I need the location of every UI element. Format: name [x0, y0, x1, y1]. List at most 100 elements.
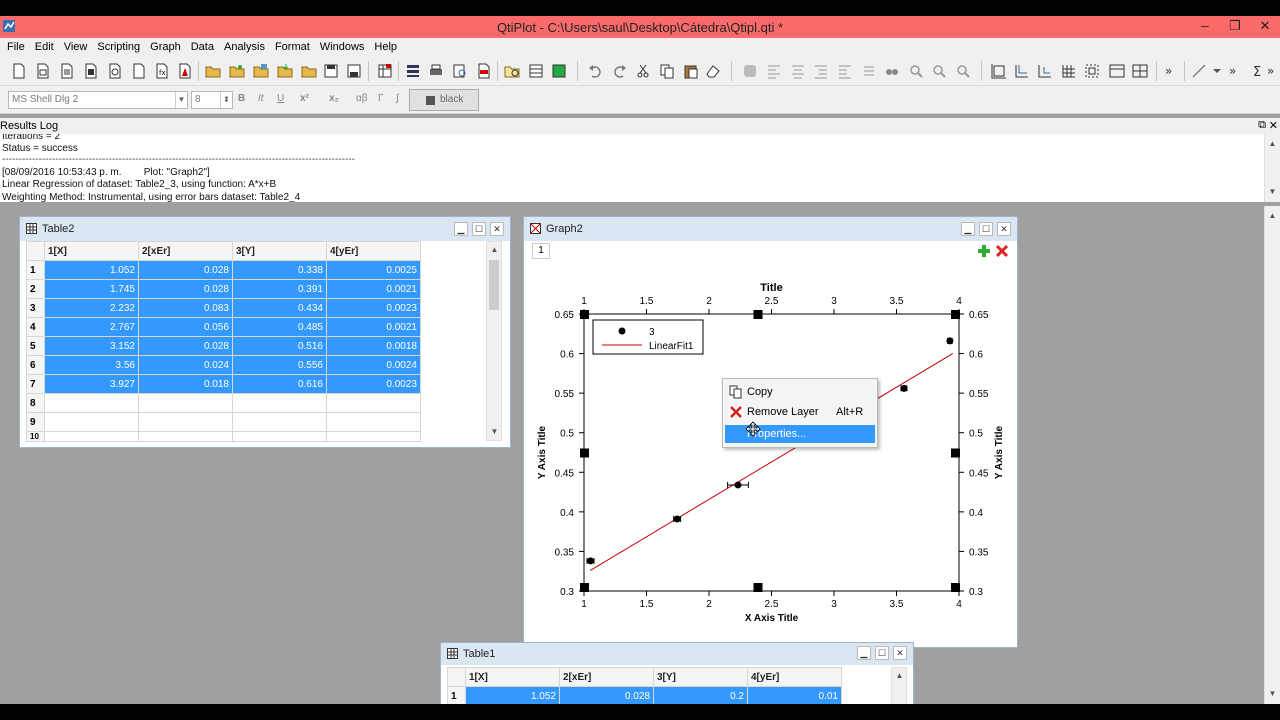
table-cell[interactable]: 0.485 [232, 317, 327, 337]
menu-data[interactable]: Data [186, 41, 219, 53]
menu-analysis[interactable]: Analysis [219, 41, 270, 53]
row-header[interactable]: 8 [26, 393, 45, 413]
table-cell[interactable]: 0.024 [138, 355, 233, 375]
column-header[interactable]: 4[yEr] [326, 241, 421, 261]
more-tools-icon[interactable]: » [1162, 62, 1180, 80]
table2-window[interactable]: Table2 ▁ ☐ ✕ 1[X] 2[xEr] 3[Y] 4[yEr] 1 1.… [19, 216, 511, 448]
table-cell[interactable] [326, 393, 421, 413]
minimize-button[interactable]: ▁ [961, 222, 975, 236]
more-tools-3-icon[interactable]: » [1264, 62, 1280, 80]
row-header[interactable]: 6 [26, 355, 45, 375]
table-cell[interactable] [326, 431, 421, 442]
new-matrix-icon[interactable] [82, 62, 100, 80]
table-cell[interactable]: 0.434 [232, 298, 327, 318]
italic-button[interactable]: It [258, 93, 264, 104]
import-ascii-icon[interactable] [276, 62, 294, 80]
menu-format[interactable]: Format [270, 41, 315, 53]
row-header[interactable]: 4 [26, 317, 45, 337]
table-cell[interactable]: 0.028 [138, 279, 233, 299]
list-icon[interactable] [859, 62, 877, 80]
menu-file[interactable]: File [2, 41, 30, 53]
gamma-button[interactable]: Γ [378, 93, 384, 104]
corner-cell[interactable] [447, 667, 466, 687]
close-icon[interactable]: ✕ [1269, 119, 1278, 132]
table-cell[interactable] [44, 412, 139, 432]
minimize-button[interactable]: – [1190, 16, 1220, 38]
table1-window[interactable]: Table1 ▁ ☐ ✕ 1[X] 2[xEr] 3[Y] 4[yEr] 1 1.… [440, 642, 914, 704]
open-template-icon[interactable] [228, 62, 246, 80]
table1-grid[interactable]: 1[X] 2[xEr] 3[Y] 4[yEr] 1 1.052 0.028 0.2 0.… [447, 667, 842, 704]
save-as-icon[interactable] [345, 62, 363, 80]
axes-icon[interactable] [1036, 62, 1054, 80]
column-header[interactable]: 3[Y] [653, 667, 748, 687]
table1-titlebar[interactable]: Table1 ▁ ☐ ✕ [441, 643, 913, 665]
grid-icon[interactable] [1060, 62, 1078, 80]
table-cell[interactable]: 1.745 [44, 279, 139, 299]
column-header[interactable]: 3[Y] [232, 241, 327, 261]
open-recent-icon[interactable] [300, 62, 318, 80]
column-header[interactable]: 2[xEr] [559, 667, 654, 687]
row-header[interactable]: 2 [26, 279, 45, 299]
redo-icon[interactable] [610, 62, 628, 80]
print-icon[interactable] [427, 62, 445, 80]
table-cell[interactable] [232, 393, 327, 413]
scroll-thumb[interactable] [489, 260, 499, 310]
new-3d-plot-icon[interactable] [176, 62, 194, 80]
font-family-combo[interactable]: MS Shell Dlg 2 ▼ [8, 91, 188, 109]
menu-graph[interactable]: Graph [145, 41, 186, 53]
add-layer-icon[interactable] [990, 62, 1008, 80]
new-table-icon[interactable] [58, 62, 76, 80]
column-header[interactable]: 1[X] [44, 241, 139, 261]
integral-button[interactable]: ∫ [396, 93, 399, 104]
subscript-button[interactable]: x₂ [329, 93, 339, 104]
table-cell[interactable]: 0.2 [653, 686, 748, 704]
results-log-panel[interactable]: Iterations = 2 Status = success --------… [0, 134, 1280, 202]
play-icon[interactable] [741, 62, 759, 80]
table2-grid[interactable]: 1[X] 2[xEr] 3[Y] 4[yEr] 1 1.052 0.028 0.338… [26, 241, 421, 442]
arrange-layers-icon[interactable] [1013, 62, 1031, 80]
zoom-in-icon[interactable] [907, 62, 925, 80]
font-size-spinbox[interactable]: 8 ⬍ [191, 91, 233, 109]
console-icon[interactable] [550, 62, 568, 80]
row-header[interactable]: 9 [26, 412, 45, 432]
copy-icon[interactable] [658, 62, 676, 80]
undo-icon[interactable] [587, 62, 605, 80]
layout-icon[interactable] [1108, 62, 1126, 80]
new-graph-icon[interactable] [130, 62, 148, 80]
clear-icon[interactable] [704, 62, 722, 80]
text-color-button[interactable]: black [409, 89, 479, 111]
align-center-icon[interactable] [789, 62, 807, 80]
cut-icon[interactable] [634, 62, 652, 80]
table-cell[interactable] [232, 431, 327, 442]
align-left-icon[interactable] [765, 62, 783, 80]
scroll-up-icon[interactable]: ▲ [1265, 208, 1280, 224]
table-cell[interactable] [44, 393, 139, 413]
table-cell[interactable] [138, 412, 233, 432]
close-button[interactable]: ✕ [997, 222, 1011, 236]
open-project-icon[interactable] [204, 62, 222, 80]
find-icon[interactable] [883, 62, 901, 80]
column-header[interactable]: 4[yEr] [747, 667, 842, 687]
save-icon[interactable] [322, 62, 340, 80]
line-tool-icon[interactable] [1190, 62, 1208, 80]
table-cell[interactable]: 0.083 [138, 298, 233, 318]
column-header[interactable]: 1[X] [465, 667, 560, 687]
new-folder-icon[interactable] [34, 62, 52, 80]
underline-button[interactable]: U [277, 93, 284, 104]
table-view-icon[interactable] [527, 62, 545, 80]
table2-titlebar[interactable]: Table2 ▁ ☐ ✕ [20, 217, 510, 241]
restore-button[interactable]: ❐ [1220, 16, 1250, 38]
scroll-up-icon[interactable]: ▲ [892, 668, 907, 684]
indent-icon[interactable] [812, 62, 830, 80]
table-cell[interactable] [232, 412, 327, 432]
table-cell[interactable]: 0.0025 [326, 260, 421, 280]
scroll-down-icon[interactable]: ▼ [1265, 184, 1280, 200]
table-cell[interactable]: 0.01 [747, 686, 842, 704]
tile-icon[interactable] [1131, 62, 1149, 80]
table-cell[interactable]: 2.767 [44, 317, 139, 337]
table2-scrollbar[interactable]: ▲ ▼ [486, 241, 502, 441]
minimize-button[interactable]: ▁ [454, 222, 468, 236]
table-cell[interactable]: 2.232 [44, 298, 139, 318]
close-button[interactable]: ✕ [1250, 16, 1280, 38]
table-cell[interactable]: 0.028 [138, 260, 233, 280]
